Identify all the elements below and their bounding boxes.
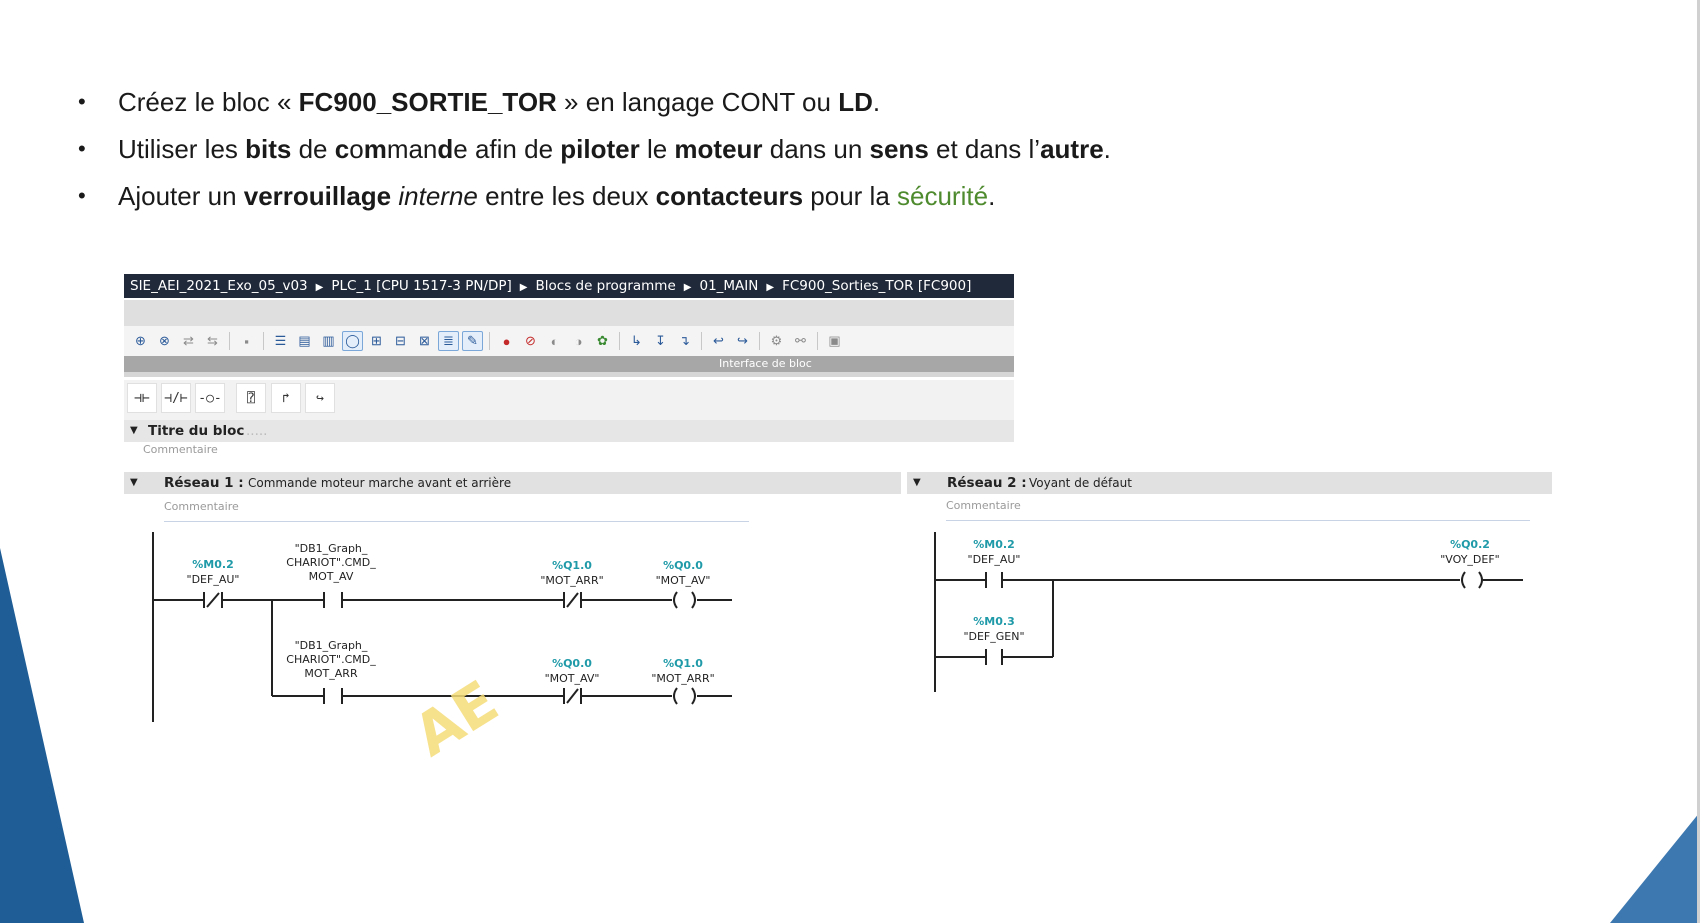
- contact-def-au-nc: [203, 592, 223, 608]
- contact-cmd-mot-arr-tag-1: "DB1_Graph_: [295, 639, 368, 652]
- coil-mot-av: [673, 591, 696, 609]
- n2-contact-def-au-address: %M0.2: [973, 538, 1014, 551]
- coil-mot-arr-tag: "MOT_ARR": [651, 672, 714, 685]
- contact-mot-arr-nc: [563, 592, 582, 608]
- contact-cmd-mot-av-tag-2: CHARIOT".CMD_: [286, 556, 376, 569]
- coil-voy-def: [1461, 571, 1483, 589]
- coil-mot-arr-address: %Q1.0: [663, 657, 703, 670]
- contact-def-au-tag: "DEF_AU": [187, 573, 240, 586]
- contact-cmd-mot-av: [323, 592, 343, 608]
- contact-cmd-mot-av-tag-1: "DB1_Graph_: [295, 542, 368, 555]
- contact-mot-av-address: %Q0.0: [552, 657, 592, 670]
- contact-def-gen-address: %M0.3: [973, 615, 1014, 628]
- contact-cmd-mot-arr-tag-2: CHARIOT".CMD_: [286, 653, 376, 666]
- contact-mot-av-tag: "MOT_AV": [545, 672, 600, 685]
- network-2-elements: [985, 571, 1483, 665]
- coil-voy-def-address: %Q0.2: [1450, 538, 1490, 551]
- contact-cmd-mot-arr: [323, 688, 343, 704]
- coil-mot-av-tag: "MOT_AV": [656, 574, 711, 587]
- coil-voy-def-tag: "VOY_DEF": [1440, 553, 1499, 566]
- ladder-diagrams: %M0.2 "DEF_AU" "DB1_Graph_ CHARIOT".CMD_…: [152, 532, 1523, 722]
- contact-mot-arr-address: %Q1.0: [552, 559, 592, 572]
- contact-mot-av-nc: [563, 688, 582, 704]
- coil-mot-arr: [673, 687, 696, 705]
- contact-def-au-address: %M0.2: [192, 558, 233, 571]
- contact-def-au: [985, 572, 1003, 588]
- coil-mot-av-address: %Q0.0: [663, 559, 703, 572]
- network-2-wiring: [934, 532, 1523, 692]
- contact-mot-arr-tag: "MOT_ARR": [540, 574, 603, 587]
- contact-cmd-mot-av-tag-3: MOT_AV: [309, 570, 354, 583]
- n2-contact-def-au-tag: "DEF_AU": [968, 553, 1021, 566]
- contact-def-gen: [985, 649, 1003, 665]
- contact-cmd-mot-arr-tag-3: MOT_ARR: [304, 667, 358, 680]
- contact-def-gen-tag: "DEF_GEN": [963, 630, 1024, 643]
